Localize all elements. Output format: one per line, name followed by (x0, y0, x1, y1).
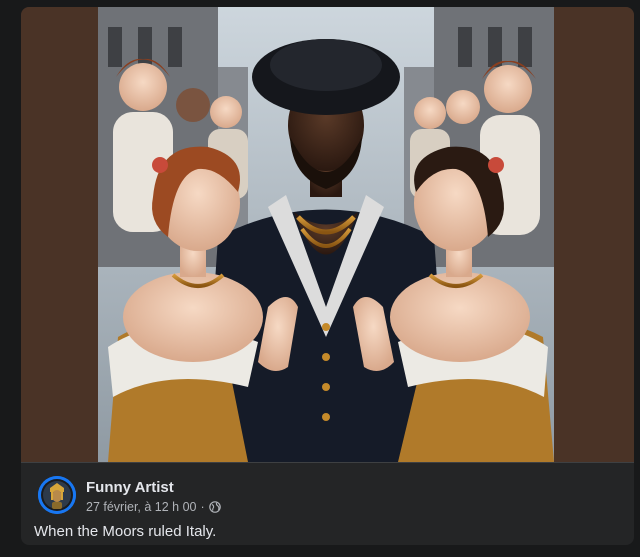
post-card: Funny Artist 27 février, à 12 h 00 · Whe… (21, 7, 634, 545)
avatar[interactable] (38, 476, 76, 514)
profile-picture-icon (38, 476, 76, 514)
post-media[interactable] (21, 7, 634, 462)
post-timestamp[interactable]: 27 février, à 12 h 00 (86, 500, 197, 514)
meta-separator: · (200, 500, 205, 514)
post-caption: When the Moors ruled Italy. (34, 523, 217, 540)
post-image[interactable] (98, 7, 554, 462)
divider (21, 462, 634, 463)
post-author-name[interactable]: Funny Artist (86, 479, 174, 496)
post-metadata: 27 février, à 12 h 00 · (86, 500, 221, 514)
globe-icon[interactable] (208, 501, 221, 513)
